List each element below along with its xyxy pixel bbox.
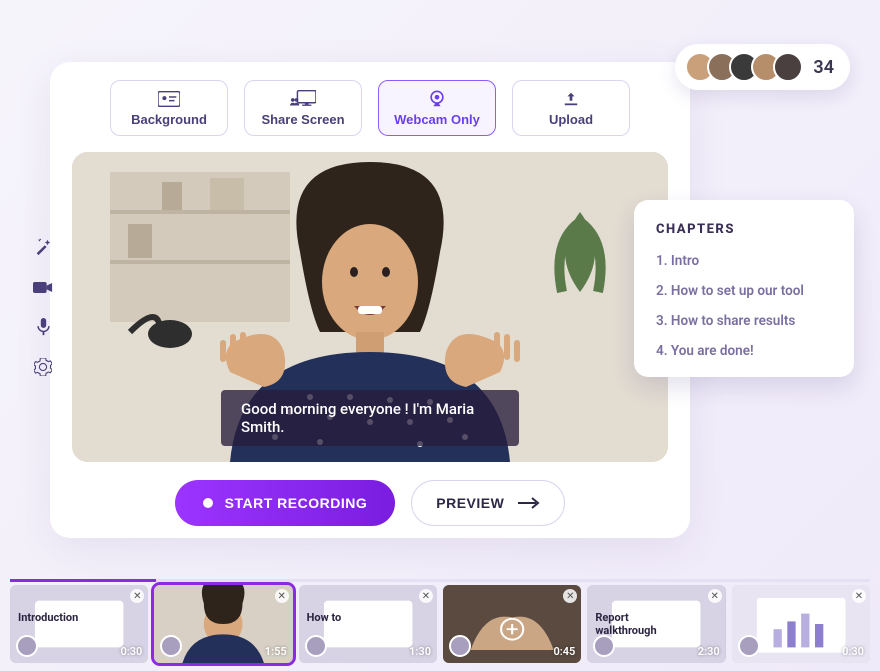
timeline-clip[interactable]: ✕ 0:30	[732, 585, 870, 663]
live-caption: Good morning everyone ! I'm Maria Smith.	[221, 390, 519, 446]
clip-title: Introduction	[18, 611, 78, 624]
participant-count: 34	[813, 57, 834, 78]
timeline-progress-track[interactable]	[10, 579, 870, 582]
chapter-item[interactable]: 4. You are done!	[656, 343, 832, 359]
clip-avatar	[305, 635, 327, 657]
upload-button[interactable]: Upload	[512, 80, 630, 136]
webcam-icon	[428, 90, 446, 108]
chapter-item[interactable]: 1. Intro	[656, 253, 832, 269]
clip-title: Report walkthrough	[595, 611, 656, 637]
chapter-item[interactable]: 3. How to share results	[656, 313, 832, 329]
timeline-clip[interactable]: ✕ Introduction 0:30	[10, 585, 148, 663]
participant-avatars	[685, 52, 803, 82]
timeline[interactable]: ✕ Introduction 0:30 ✕ 1:55 ✕ How to 1:30…	[10, 579, 870, 663]
tool-label: Webcam Only	[394, 112, 480, 127]
clip-avatar	[449, 635, 471, 657]
chapters-list: 1. Intro 2. How to set up our tool 3. Ho…	[656, 253, 832, 359]
avatar	[773, 52, 803, 82]
clip-duration: 2:30	[698, 645, 720, 658]
record-label: START RECORDING	[225, 495, 368, 511]
chapter-item[interactable]: 2. How to set up our tool	[656, 283, 832, 299]
webcam-only-button[interactable]: Webcam Only	[378, 80, 496, 136]
preview-button[interactable]: PREVIEW	[411, 480, 565, 526]
upload-icon	[563, 90, 579, 108]
magic-wand-icon[interactable]	[32, 236, 54, 258]
start-recording-button[interactable]: START RECORDING	[175, 480, 396, 526]
arrow-right-icon	[518, 497, 540, 509]
chapters-panel: CHAPTERS 1. Intro 2. How to set up our t…	[634, 200, 854, 377]
side-tools	[32, 236, 54, 378]
clip-title: How to	[307, 611, 342, 624]
recorder-card: Background Share Screen Webcam Only Uplo…	[50, 62, 690, 538]
share-screen-button[interactable]: Share Screen	[244, 80, 362, 136]
timeline-clip[interactable]: ✕ 0:45	[443, 585, 581, 663]
action-row: START RECORDING PREVIEW	[72, 480, 668, 526]
share-screen-icon	[290, 90, 316, 108]
camera-icon[interactable]	[32, 276, 54, 298]
tool-label: Share Screen	[261, 112, 344, 127]
clip-duration: 0:30	[842, 645, 864, 658]
background-button[interactable]: Background	[110, 80, 228, 136]
timeline-clip[interactable]: ✕ 1:55	[154, 585, 292, 663]
tool-label: Upload	[549, 112, 593, 127]
clip-duration: 0:45	[553, 645, 575, 658]
chapters-heading: CHAPTERS	[656, 222, 832, 237]
timeline-progress-fill	[10, 579, 156, 582]
clip-avatar	[16, 635, 38, 657]
webcam-area: Good morning everyone ! I'm Maria Smith.	[72, 152, 668, 462]
tool-label: Background	[131, 112, 207, 127]
record-dot-icon	[203, 498, 213, 508]
close-icon[interactable]: ✕	[419, 589, 433, 603]
clip-duration: 1:55	[265, 645, 287, 658]
gear-icon[interactable]	[32, 356, 54, 378]
clip-avatar	[738, 635, 760, 657]
clip-duration: 1:30	[409, 645, 431, 658]
timeline-clip[interactable]: ✕ How to 1:30	[299, 585, 437, 663]
id-card-icon	[158, 90, 180, 108]
webcam-preview: Good morning everyone ! I'm Maria Smith.	[72, 152, 668, 462]
preview-label: PREVIEW	[436, 495, 504, 511]
close-icon[interactable]: ✕	[708, 589, 722, 603]
close-icon[interactable]: ✕	[275, 589, 289, 603]
timeline-clip[interactable]: ✕ Report walkthrough 2:30	[587, 585, 725, 663]
source-toolbar: Background Share Screen Webcam Only Uplo…	[72, 80, 668, 136]
clip-duration: 0:30	[120, 645, 142, 658]
participants-pill[interactable]: 34	[675, 44, 850, 90]
close-icon[interactable]: ✕	[852, 589, 866, 603]
microphone-icon[interactable]	[32, 316, 54, 338]
